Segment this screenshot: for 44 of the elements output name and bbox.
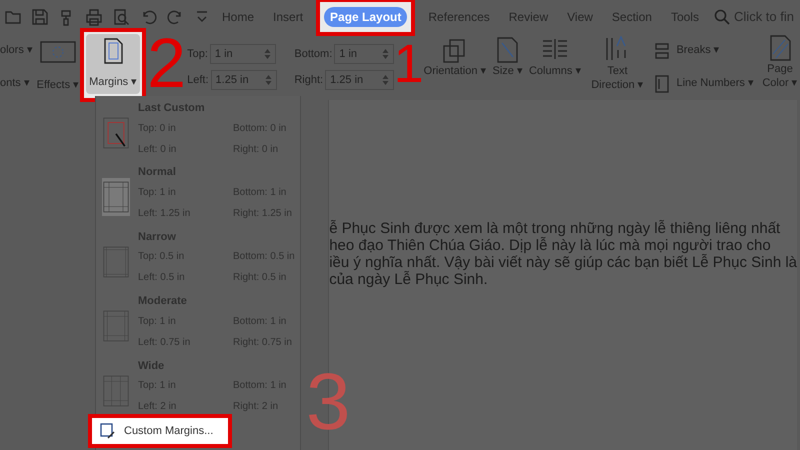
ribbon-button[interactable]: Breaks ▾ [676,42,720,59]
step-number: 3 [306,362,350,442]
ribbon-button[interactable]: Size ▾ [492,64,523,78]
field-label: Right: [294,72,324,88]
step-number: 2 [147,28,186,98]
document-text: heo đạo Thiên Chúa Giáo. Dịp lễ này là lúc mà mọi người trao cho [329,237,772,254]
page-margins-icon [102,374,130,408]
spin-field[interactable]: 1 in [210,44,276,64]
breaks-icon[interactable] [653,42,672,60]
search-icon [714,9,730,25]
page-margins-icon [102,116,130,150]
effects-icon[interactable] [40,40,76,63]
ribbon-button[interactable]: Effects ▾ [36,76,80,94]
field-label: Left: [187,72,209,88]
page-edit-icon[interactable] [100,423,116,440]
spin-field[interactable]: 1.25 in [210,70,277,90]
field-label: Top: [187,46,208,62]
spin-field[interactable]: 1 in [334,44,394,64]
spin-field[interactable]: 1.25 in [325,70,394,90]
ribbon-button[interactable]: Text Direction ▾ [587,64,648,92]
page-color-icon[interactable] [768,34,792,62]
margins-button[interactable]: Margins ▾ [86,34,140,94]
page-margins-icon [102,244,130,279]
document-text: iều ý nghĩa nhất. Vậy bài viết này sẽ giúp các bạn biết Lễ Phục Sinh là [329,254,798,271]
spin-arrows-icon [264,74,272,86]
ribbon-button[interactable]: Orientation ▾ [424,64,487,78]
tab[interactable]: Page Layout [324,7,408,27]
page-margins-icon [102,180,130,214]
ribbon-button[interactable]: olors ▾ [0,42,36,59]
margins-icon[interactable] [102,38,124,64]
menu-item[interactable]: Custom Margins... [92,418,228,444]
ribbon-button[interactable]: Page Color ▾ [760,62,800,90]
document-text: ễ Phục Sinh được xem là một trong những ngày lễ thiêng liêng nhất [329,220,782,237]
ribbon-button[interactable]: onts ▾ [0,75,36,92]
page-margins-icon [102,309,130,344]
numbers-icon[interactable] [653,74,672,92]
field-label: Bottom: [294,46,332,62]
spin-arrows-icon [382,74,389,86]
step-number: 1 [394,34,424,94]
spin-arrows-icon [264,48,271,60]
document-text: của ngày Lễ Phục Sinh. [329,271,489,288]
ribbon-button[interactable]: Line Numbers ▾ [676,75,754,92]
ribbon-button[interactable]: Columns ▾ [528,64,582,78]
spin-arrows-icon [382,48,389,60]
